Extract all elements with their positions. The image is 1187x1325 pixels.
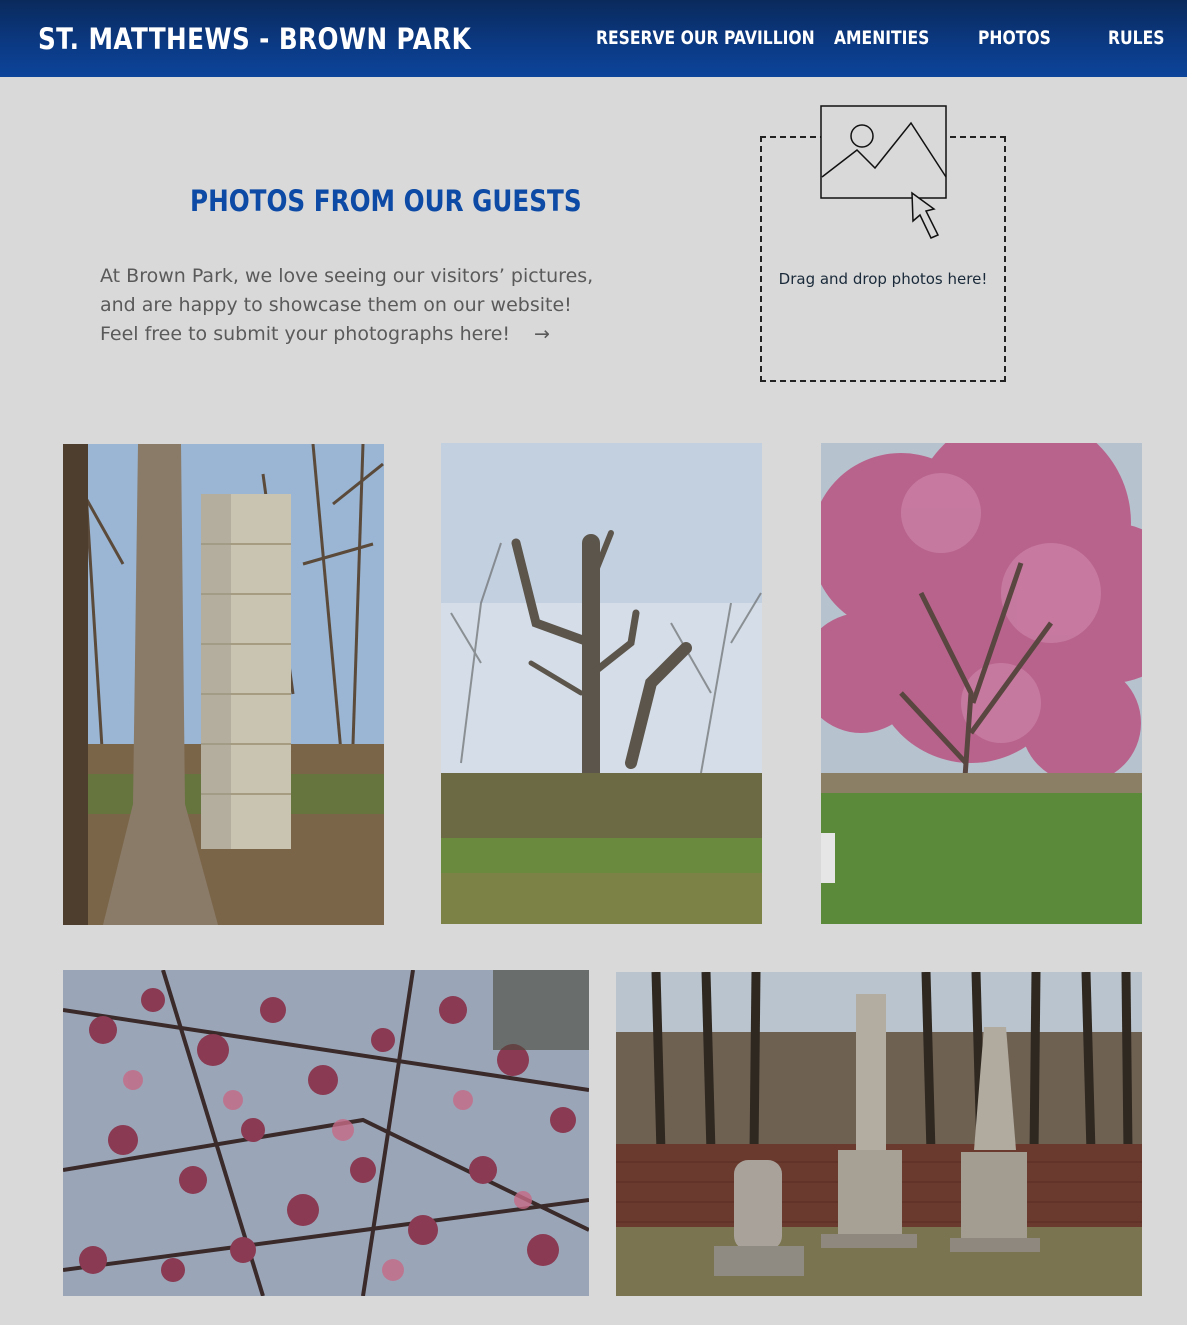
guest-photo-cemetery[interactable]	[616, 972, 1142, 1296]
guest-photo-magnolia-blossoms[interactable]	[63, 970, 589, 1296]
guest-photo-magnolia-tree[interactable]	[821, 443, 1142, 924]
section-title: PHOTOS FROM OUR GUESTS	[190, 184, 582, 218]
magnolia-tree-image	[821, 443, 1142, 924]
nav-reserve-pavillion[interactable]: RESERVE OUR PAVILLION	[596, 27, 815, 49]
intro-text: At Brown Park, we love seeing our visito…	[100, 262, 620, 349]
top-navbar: ST. MATTHEWS - BROWN PARK RESERVE OUR PA…	[0, 0, 1187, 77]
guest-photo-stone-pillar[interactable]	[63, 444, 384, 925]
dropzone-label: Drag and drop photos here!	[778, 270, 988, 288]
magnolia-blossoms-image	[63, 970, 589, 1296]
nav-amenities[interactable]: AMENITIES	[834, 27, 929, 49]
dead-tree-image	[441, 443, 762, 924]
site-brand[interactable]: ST. MATTHEWS - BROWN PARK	[38, 22, 471, 56]
guest-photo-dead-tree[interactable]	[441, 443, 762, 924]
cemetery-image	[616, 972, 1142, 1296]
intro-line-1: At Brown Park, we love seeing our visito…	[100, 265, 594, 287]
arrow-right-icon[interactable]: →	[534, 320, 550, 349]
intro-line-3: Feel free to submit your photographs her…	[100, 320, 620, 349]
intro-line-3-text: Feel free to submit your photographs her…	[100, 323, 511, 345]
nav-rules[interactable]: RULES	[1108, 27, 1164, 49]
image-upload-icon	[820, 105, 947, 239]
nav-photos[interactable]: PHOTOS	[978, 27, 1051, 49]
intro-line-2: and are happy to showcase them on our we…	[100, 294, 572, 316]
stone-pillar-image	[63, 444, 384, 925]
